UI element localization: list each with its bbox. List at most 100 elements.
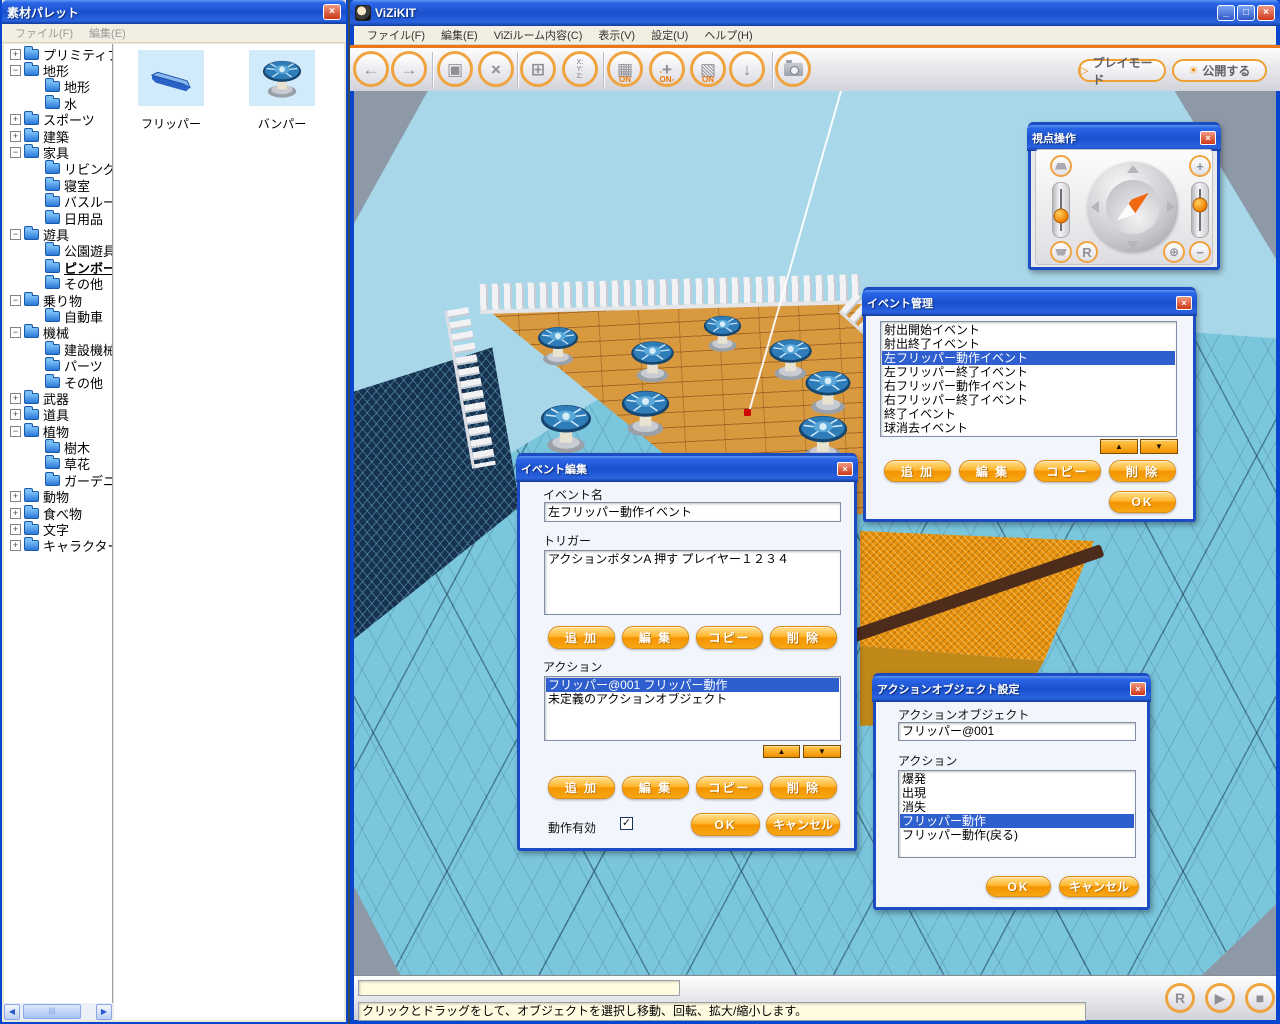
event-edit-titlebar[interactable]: イベント編集 × bbox=[516, 456, 858, 482]
palette-titlebar[interactable]: 素材パレット × bbox=[2, 0, 346, 24]
tree-item-その他[interactable]: その他 bbox=[4, 374, 112, 390]
action-object-action-list[interactable]: 爆発出現消失フリッパー動作フリッパー動作(戻る) bbox=[898, 770, 1136, 858]
collapse-icon[interactable]: − bbox=[10, 327, 21, 338]
hierarchy-button[interactable]: ⊞ bbox=[520, 51, 556, 87]
list-item[interactable]: フリッパー@001 フリッパー動作 bbox=[546, 678, 839, 692]
target-button[interactable]: ⊕ bbox=[1163, 241, 1185, 263]
expand-icon[interactable]: + bbox=[10, 540, 21, 551]
tree-item-建築[interactable]: +建築 bbox=[4, 128, 112, 144]
box-toggle-button[interactable]: ▧ON bbox=[690, 51, 726, 87]
collapse-icon[interactable]: − bbox=[10, 295, 21, 306]
list-item[interactable]: フリッパー動作(戻る) bbox=[900, 828, 1134, 842]
menu-item-4[interactable]: 設定(U) bbox=[644, 26, 695, 44]
list-item[interactable]: アクションボタンA 押す プレイヤー１２３４ bbox=[546, 552, 839, 566]
trigger-edit-button[interactable]: 編 集 bbox=[622, 626, 689, 649]
expand-icon[interactable]: + bbox=[10, 491, 21, 502]
event-edit-cancel-button[interactable]: キャンセル bbox=[766, 813, 840, 836]
event-up-button[interactable]: ▲ bbox=[1100, 439, 1138, 454]
tree-item-ガーデニング[interactable]: ガーデニング bbox=[4, 472, 112, 488]
tilt-slider-knob[interactable] bbox=[1054, 209, 1069, 224]
action-object-cancel-button[interactable]: キャンセル bbox=[1059, 876, 1139, 897]
menu-item-1[interactable]: 編集(E) bbox=[82, 24, 133, 42]
palette-tree-hscrollbar[interactable]: ◀ ▶ bbox=[4, 1003, 113, 1020]
drop-button[interactable]: ↓ bbox=[729, 51, 765, 87]
stop-button[interactable]: ■ bbox=[1245, 983, 1275, 1013]
bumper-object[interactable] bbox=[536, 400, 596, 460]
zoom-slider-knob[interactable] bbox=[1193, 197, 1208, 212]
menu-item-0[interactable]: ファイル(F) bbox=[8, 24, 80, 42]
tree-item-プリミティブ[interactable]: +プリミティブ bbox=[4, 46, 112, 62]
object-copy-button[interactable]: ▣ bbox=[437, 51, 473, 87]
tree-item-道具[interactable]: +道具 bbox=[4, 407, 112, 423]
event-manager-close-icon[interactable]: × bbox=[1176, 296, 1192, 310]
expand-icon[interactable]: + bbox=[10, 49, 21, 60]
event-add-button[interactable]: 追 加 bbox=[884, 460, 951, 482]
event-edit-button[interactable]: 編 集 bbox=[959, 460, 1026, 482]
list-item[interactable]: 終了イベント bbox=[882, 407, 1175, 421]
tilt-down-button[interactable] bbox=[1050, 241, 1072, 263]
event-delete-button[interactable]: 削 除 bbox=[1109, 460, 1176, 482]
palette-item-フリッパー[interactable]: フリッパー bbox=[138, 50, 204, 132]
grid-toggle-button[interactable]: ▦ON bbox=[607, 51, 643, 87]
publish-button[interactable]: ☀ 公開する bbox=[1172, 59, 1267, 82]
reset-button[interactable]: R bbox=[1165, 983, 1195, 1013]
zoom-in-button[interactable]: + bbox=[1189, 155, 1211, 177]
action-object-ok-button[interactable]: OK bbox=[986, 876, 1051, 897]
action-object-titlebar[interactable]: アクションオブジェクト設定 × bbox=[872, 676, 1151, 702]
bumper-object[interactable] bbox=[534, 323, 582, 372]
close-icon[interactable]: × bbox=[1257, 5, 1275, 21]
expand-icon[interactable]: + bbox=[10, 409, 21, 420]
tree-item-機械[interactable]: −機械 bbox=[4, 325, 112, 341]
play-mode-button[interactable]: ▷ プレイモード bbox=[1078, 59, 1166, 82]
list-item[interactable]: 射出開始イベント bbox=[882, 323, 1175, 337]
rotate-up-icon[interactable] bbox=[1127, 165, 1139, 173]
tree-item-水[interactable]: 水 bbox=[4, 95, 112, 111]
collapse-icon[interactable]: − bbox=[10, 426, 21, 437]
tree-item-その他[interactable]: その他 bbox=[4, 275, 112, 291]
bumper-object[interactable] bbox=[700, 312, 745, 358]
expand-icon[interactable]: + bbox=[10, 508, 21, 519]
collapse-icon[interactable]: − bbox=[10, 65, 21, 76]
menu-item-0[interactable]: ファイル(F) bbox=[360, 26, 432, 44]
action-up-button[interactable]: ▲ bbox=[763, 745, 800, 758]
trigger-add-button[interactable]: 追 加 bbox=[548, 626, 615, 649]
list-item[interactable]: 出現 bbox=[900, 786, 1134, 800]
tree-item-食べ物[interactable]: +食べ物 bbox=[4, 505, 112, 521]
forward-button[interactable]: → bbox=[391, 51, 427, 87]
tree-item-キャラクター[interactable]: +キャラクター bbox=[4, 538, 112, 554]
action-object-field[interactable]: フリッパー@001 bbox=[898, 722, 1136, 741]
enabled-checkbox[interactable]: ✓ bbox=[620, 817, 633, 830]
menu-item-1[interactable]: 編集(E) bbox=[434, 26, 485, 44]
zoom-out-button[interactable]: − bbox=[1189, 241, 1211, 263]
expand-icon[interactable]: + bbox=[10, 114, 21, 125]
bumper-object[interactable] bbox=[627, 337, 678, 389]
command-input[interactable] bbox=[358, 980, 680, 996]
event-name-field[interactable]: 左フリッパー動作イベント bbox=[544, 502, 841, 522]
event-list[interactable]: 射出開始イベント射出終了イベント左フリッパー動作イベント左フリッパー終了イベント… bbox=[880, 321, 1177, 437]
rotate-down-icon[interactable] bbox=[1127, 241, 1139, 249]
expand-icon[interactable]: + bbox=[10, 131, 21, 142]
snap-toggle-button[interactable]: +-ON- bbox=[649, 51, 685, 87]
event-down-button[interactable]: ▼ bbox=[1140, 439, 1178, 454]
tree-item-リビング[interactable]: リビング bbox=[4, 161, 112, 177]
tree-item-草花[interactable]: 草花 bbox=[4, 456, 112, 472]
action-edit-button[interactable]: 編 集 bbox=[622, 776, 689, 799]
menu-item-3[interactable]: 表示(V) bbox=[591, 26, 642, 44]
list-item[interactable]: 未定義のアクションオブジェクト bbox=[546, 692, 839, 706]
tree-item-パーツ[interactable]: パーツ bbox=[4, 357, 112, 373]
palette-item-バンパー[interactable]: バンパー bbox=[249, 50, 315, 132]
tree-item-遊具[interactable]: −遊具 bbox=[4, 226, 112, 242]
list-item[interactable]: 左フリッパー動作イベント bbox=[882, 351, 1175, 365]
delete-button[interactable]: × bbox=[478, 51, 514, 87]
trigger-delete-button[interactable]: 削 除 bbox=[770, 626, 837, 649]
maximize-icon[interactable]: □ bbox=[1237, 5, 1255, 21]
action-down-button[interactable]: ▼ bbox=[803, 745, 841, 758]
action-delete-button[interactable]: 削 除 bbox=[770, 776, 837, 799]
minimize-icon[interactable]: _ bbox=[1217, 5, 1235, 21]
tilt-up-button[interactable] bbox=[1050, 155, 1072, 177]
tree-item-日用品[interactable]: 日用品 bbox=[4, 210, 112, 226]
list-item[interactable]: 左フリッパー終了イベント bbox=[882, 365, 1175, 379]
expand-icon[interactable]: + bbox=[10, 393, 21, 404]
tree-item-樹木[interactable]: 樹木 bbox=[4, 439, 112, 455]
rotate-left-icon[interactable] bbox=[1091, 201, 1099, 213]
